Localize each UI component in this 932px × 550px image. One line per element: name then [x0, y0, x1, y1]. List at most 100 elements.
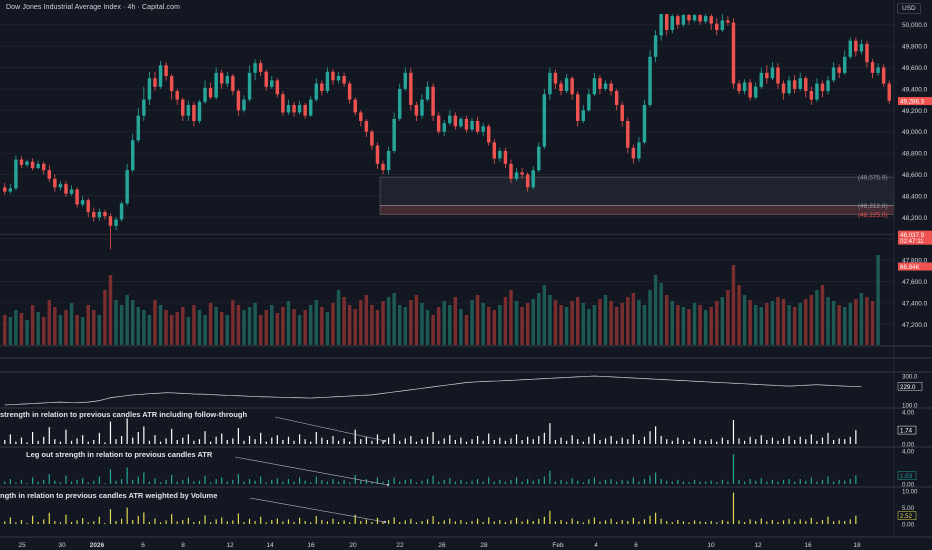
strength-panel-label: Leg out strength in relation to previous… — [26, 450, 213, 459]
volume-bar — [831, 301, 836, 345]
volume-bar — [787, 305, 791, 345]
volume-bar — [659, 283, 663, 345]
candle-body — [231, 76, 235, 92]
time-axis-label: 25 — [18, 542, 26, 549]
volume-bar — [603, 295, 608, 345]
zone-price-label: (48,225.0) — [858, 212, 888, 219]
candle-body — [270, 80, 274, 87]
candle-body — [336, 76, 341, 81]
time-axis-label: 16 — [804, 542, 812, 549]
candle-body — [164, 65, 168, 77]
volume-bar — [292, 309, 296, 345]
time-axis-label: 12 — [226, 542, 234, 549]
volume-bar — [509, 290, 513, 345]
price-tick-label: 48,800.0 — [902, 151, 928, 158]
volume-bar — [336, 290, 341, 345]
candle-body — [486, 126, 491, 143]
candle-body — [142, 99, 146, 116]
candle-body — [442, 123, 446, 132]
volume-bar — [286, 301, 291, 345]
volume-bar — [481, 303, 485, 345]
candle-body — [575, 94, 580, 121]
price-badge-label: 49,286.3 — [900, 99, 925, 106]
volume-bar — [464, 315, 469, 345]
volume-bar — [392, 293, 396, 345]
candle-body — [698, 15, 702, 22]
volume-bar — [270, 305, 274, 345]
candle-body — [47, 170, 52, 179]
strength-tick-label: 4.00 — [902, 410, 915, 417]
candle-body — [676, 16, 680, 25]
zone-price-label: (48,312.6) — [858, 203, 888, 210]
volume-bar — [242, 310, 246, 345]
candle-body — [765, 72, 769, 79]
candle-body — [542, 94, 547, 147]
candle-body — [403, 72, 408, 89]
candle-body — [659, 14, 663, 36]
price-badge-countdown: 02:47:11 — [900, 238, 924, 245]
volume-bar — [264, 310, 268, 345]
candle-body — [553, 72, 558, 84]
strength-tick-label: 0.00 — [902, 482, 915, 489]
time-axis-label: 2026 — [90, 542, 105, 549]
candle-body — [637, 142, 641, 159]
candle-body — [459, 118, 463, 127]
volume-bar — [587, 309, 591, 345]
candle-body — [520, 172, 524, 175]
volume-bar — [620, 303, 624, 345]
volume-bar — [765, 303, 769, 345]
candle-body — [175, 91, 179, 100]
volume-bar — [414, 295, 419, 345]
volume-bar — [792, 307, 797, 345]
volume-bar — [308, 305, 313, 345]
volume-bar — [614, 307, 619, 345]
candle-body — [97, 211, 102, 218]
volume-bar — [231, 300, 235, 345]
price-tick-label: 47,200.0 — [902, 322, 928, 329]
candle-body — [264, 71, 268, 87]
volume-bar — [41, 317, 46, 345]
candle-body — [436, 115, 441, 132]
volume-bar — [531, 299, 535, 345]
candle-body — [253, 63, 257, 73]
currency-button[interactable]: USD — [897, 3, 921, 14]
volume-bar — [86, 305, 90, 345]
volume-bar — [203, 315, 207, 345]
price-tick-label: 49,400.0 — [902, 86, 928, 93]
volume-bar — [130, 300, 135, 345]
volume-bar — [36, 312, 40, 345]
volume-bar — [169, 315, 174, 345]
volume-bar — [331, 303, 335, 345]
candle-body — [787, 80, 791, 94]
volume-bar — [848, 303, 853, 345]
candle-body — [598, 78, 602, 89]
candle-body — [809, 91, 814, 100]
candle-body — [53, 178, 57, 188]
volume-bar — [815, 290, 819, 345]
candle-body — [125, 170, 129, 204]
volume-bar — [548, 295, 552, 345]
candle-body — [130, 140, 135, 171]
volume-bar — [397, 305, 402, 345]
volume-bar — [297, 315, 302, 345]
candle-body — [36, 163, 40, 169]
candle-body — [397, 88, 402, 119]
volume-bar — [214, 307, 218, 345]
volume-bar — [386, 297, 391, 345]
candle-body — [453, 115, 458, 127]
volume-bar — [320, 307, 324, 345]
volume-bar — [553, 300, 558, 345]
strength-tick-label: 0.00 — [902, 522, 915, 529]
candle-body — [58, 184, 63, 188]
volume-bar — [453, 297, 458, 345]
volume-bar — [125, 295, 129, 345]
volume-bar — [381, 301, 385, 345]
volume-bar — [25, 320, 29, 345]
volume-bar — [798, 303, 802, 345]
candle-body — [498, 150, 502, 159]
time-axis-label: 6 — [141, 542, 145, 549]
chart-canvas[interactable]: 50,000.0 49,800.0 49,600.0 49,400.0 49,200.0… — [0, 0, 932, 550]
candle-body — [147, 78, 152, 100]
candle-body — [214, 72, 218, 98]
volume-bar — [726, 290, 730, 345]
